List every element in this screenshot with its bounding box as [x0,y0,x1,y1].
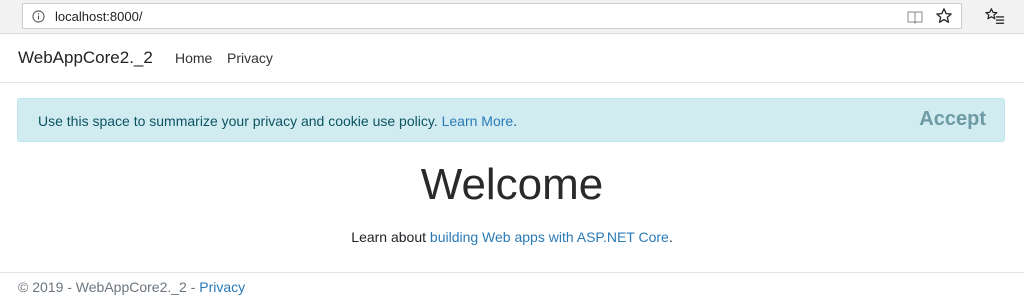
site-footer: © 2019 - WebAppCore2._2 - Privacy [0,272,1024,298]
aspnet-docs-link[interactable]: building Web apps with ASP.NET Core [430,229,669,245]
site-navbar: WebAppCore2._2 Home Privacy [0,34,1024,83]
favorite-star-icon[interactable] [935,7,953,25]
cookie-consent-banner: Use this space to summarize your privacy… [17,98,1005,142]
reading-view-icon[interactable] [907,9,923,25]
consent-trailing: . [513,113,518,129]
learn-suffix: . [668,229,673,245]
footer-privacy-link[interactable]: Privacy [199,279,245,295]
learn-prefix: Learn about [351,229,427,245]
address-bar[interactable]: localhost:8000/ [22,3,962,29]
url-text[interactable]: localhost:8000/ [55,9,142,24]
consent-message: Use this space to summarize your privacy… [38,113,517,129]
learn-about-text: Learn about building Web apps with ASP.N… [0,229,1024,245]
nav-link-privacy[interactable]: Privacy [227,50,273,66]
footer-text: © 2019 - WebAppCore2._2 - Privacy [18,279,245,295]
page-title: Welcome [420,160,604,209]
favorites-list-icon[interactable] [985,7,1005,25]
navbar-brand[interactable]: WebAppCore2._2 [18,48,153,68]
learn-more-link[interactable]: Learn More [442,113,514,129]
browser-toolbar: localhost:8000/ [0,0,1024,34]
consent-message-text: Use this space to summarize your privacy… [38,113,438,129]
nav-link-home[interactable]: Home [175,50,212,66]
info-icon[interactable] [32,10,45,23]
accept-button[interactable]: Accept [919,108,986,131]
footer-copyright: © 2019 - WebAppCore2._2 - [18,279,196,295]
